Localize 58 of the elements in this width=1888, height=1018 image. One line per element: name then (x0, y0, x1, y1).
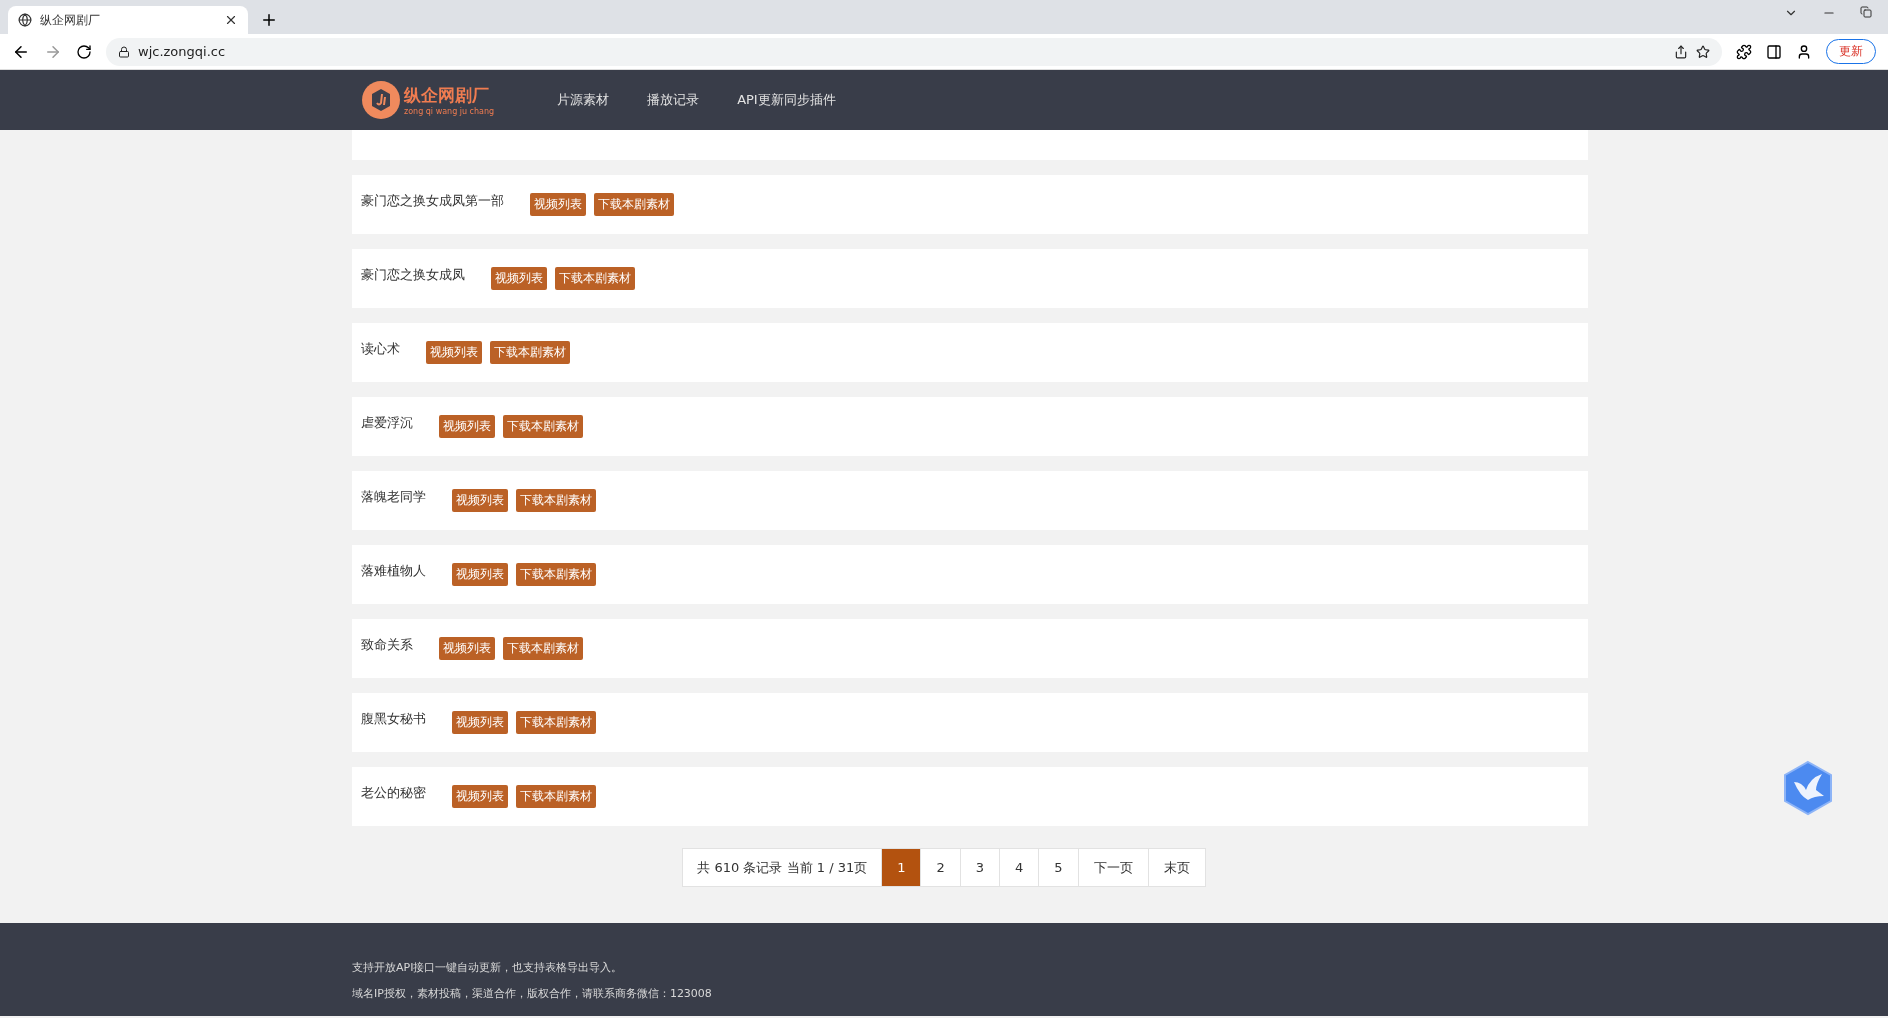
page-link[interactable]: 3 (959, 848, 1001, 887)
action-button[interactable]: 视频列表 (452, 785, 508, 808)
action-button[interactable]: 下载本剧素材 (503, 415, 583, 438)
action-button[interactable]: 视频列表 (452, 489, 508, 512)
drama-title: 读心术 (361, 341, 400, 358)
new-tab-icon[interactable] (260, 11, 278, 29)
address-bar[interactable]: wjc.zongqi.cc (106, 37, 1722, 66)
page-summary: 共 610 条记录 当前 1 / 31页 (682, 848, 883, 887)
drama-title: 豪门恋之换女成凤第一部 (361, 193, 504, 210)
drama-title: 致命关系 (361, 637, 413, 654)
star-icon[interactable] (1696, 44, 1710, 59)
page-link[interactable]: 5 (1038, 848, 1079, 887)
last-page-link[interactable]: 末页 (1147, 848, 1206, 887)
page-link[interactable]: 2 (920, 848, 961, 887)
action-button[interactable]: 下载本剧素材 (516, 711, 596, 734)
browser-tab[interactable]: 纵企网剧厂 (8, 6, 248, 34)
drama-title: 虐爱浮沉 (361, 415, 413, 432)
action-button[interactable]: 视频列表 (426, 341, 482, 364)
profile-icon[interactable] (1796, 43, 1812, 60)
close-icon[interactable] (224, 13, 238, 27)
page-link[interactable]: 4 (999, 848, 1040, 887)
action-button[interactable]: 下载本剧素材 (503, 637, 583, 660)
action-button[interactable]: 下载本剧素材 (490, 341, 570, 364)
logo-title: 纵企网剧厂 (404, 84, 490, 107)
restore-icon[interactable] (1860, 6, 1872, 18)
footer-text: 支持开放API接口一键自动更新，也支持表格导出导入。 (352, 960, 624, 976)
action-button[interactable]: 下载本剧素材 (516, 563, 596, 586)
logo-icon (362, 81, 400, 119)
drama-title: 老公的秘密 (361, 785, 426, 802)
action-button[interactable]: 下载本剧素材 (516, 489, 596, 512)
globe-icon (18, 13, 32, 27)
tab-title: 纵企网剧厂 (40, 11, 101, 29)
nav-link[interactable]: API更新同步插件 (718, 91, 855, 109)
action-button[interactable]: 下载本剧素材 (594, 193, 674, 216)
drama-title: 豪门恋之换女成凤 (361, 267, 465, 284)
drama-title: 落魄老同学 (361, 489, 426, 506)
action-button[interactable]: 视频列表 (530, 193, 586, 216)
action-button[interactable]: 视频列表 (439, 415, 495, 438)
action-button[interactable]: 视频列表 (491, 267, 547, 290)
next-page-link[interactable]: 下一页 (1077, 848, 1149, 887)
nav-link[interactable]: 片源素材 (538, 91, 629, 109)
lock-icon (118, 45, 130, 58)
action-button[interactable]: 视频列表 (452, 711, 508, 734)
update-button[interactable]: 更新 (1826, 39, 1876, 64)
drama-title: 落难植物人 (361, 563, 426, 580)
side-panel-icon[interactable] (1766, 43, 1782, 60)
logo-subtitle: zong qi wang ju chang (404, 107, 495, 116)
reload-icon[interactable] (76, 43, 92, 60)
action-button[interactable]: 视频列表 (452, 563, 508, 586)
extensions-icon[interactable] (1736, 43, 1752, 60)
nav-link[interactable]: 播放记录 (628, 91, 719, 109)
action-button[interactable]: 下载本剧素材 (516, 785, 596, 808)
action-button[interactable]: 视频列表 (439, 637, 495, 660)
page-link[interactable]: 1 (881, 848, 922, 887)
drama-title: 腹黑女秘书 (361, 711, 426, 728)
share-icon[interactable] (1674, 44, 1688, 59)
footer-text: 域名IP授权，素材投稿，渠道合作，版权合作，请联系商务微信：123008 (352, 986, 713, 1002)
action-button[interactable]: 下载本剧素材 (555, 267, 635, 290)
